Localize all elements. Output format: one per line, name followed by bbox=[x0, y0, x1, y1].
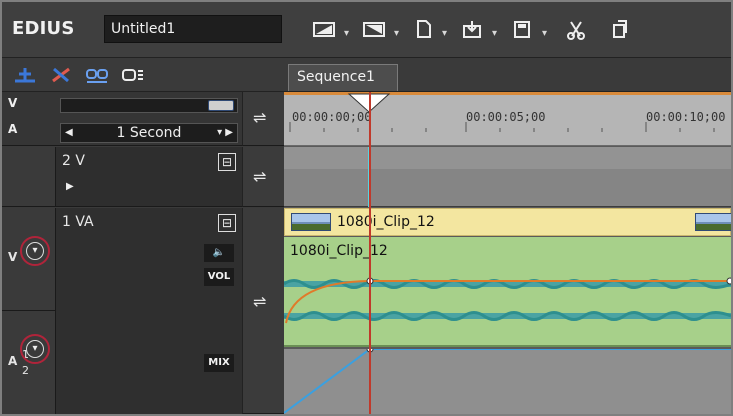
pan-lane[interactable] bbox=[284, 349, 731, 414]
chevron-down-icon[interactable]: ▾ ▶ bbox=[217, 124, 233, 142]
layout-icon[interactable] bbox=[312, 18, 336, 40]
top-toolbar: EDIUS Untitled1 ▾ ▾ ▾ ▾ ▾ bbox=[2, 2, 731, 58]
video-clip-name: 1080i_Clip_12 bbox=[337, 214, 435, 230]
pan-rubberband[interactable] bbox=[284, 349, 731, 414]
sync-icon[interactable] bbox=[120, 64, 146, 86]
chevron-down-icon[interactable]: ▾ bbox=[492, 28, 502, 39]
import-icon[interactable] bbox=[460, 18, 484, 40]
new-file-icon[interactable] bbox=[412, 18, 436, 40]
track-delete-icon[interactable] bbox=[48, 64, 74, 86]
playhead-line[interactable] bbox=[369, 92, 371, 414]
track-add-icon[interactable] bbox=[12, 64, 38, 86]
chevron-down-icon[interactable]: ▾ bbox=[344, 28, 354, 39]
scale-value: 1 Second bbox=[116, 125, 182, 141]
chevron-down-icon[interactable]: ▾ bbox=[26, 340, 44, 358]
vol-button[interactable]: VOL bbox=[204, 268, 234, 286]
app-brand: EDIUS bbox=[12, 18, 75, 39]
track-1va-sync-button[interactable]: ⇌ bbox=[242, 208, 284, 414]
video-label: V bbox=[8, 250, 18, 264]
track-toggle-icon[interactable]: ⊟ bbox=[218, 214, 236, 232]
timecode-ruler[interactable]: 00:00:00;00 00:00:05;00 00:00:10;00 bbox=[284, 92, 731, 146]
edius-window: EDIUS Untitled1 ▾ ▾ ▾ ▾ ▾ Sequence1 V A … bbox=[0, 0, 733, 416]
track-header-controls: V A ◀ 1 Second ▾ ▶ bbox=[2, 92, 242, 146]
track-1va-header: 1 VA ⊟ 🔈 VOL MIX bbox=[56, 208, 242, 414]
video-expand-button[interactable]: ▾ bbox=[20, 236, 50, 266]
audio-label: A bbox=[8, 354, 18, 368]
track-name: 1 VA bbox=[62, 214, 94, 230]
slider-thumb[interactable] bbox=[208, 100, 234, 111]
audio-label: A bbox=[8, 122, 18, 136]
chevron-down-icon[interactable]: ▾ bbox=[394, 28, 404, 39]
tab-sequence1[interactable]: Sequence1 bbox=[288, 64, 398, 91]
audio-channel-bottom: 2 bbox=[22, 364, 29, 377]
track-1va-left: V A 1 2 ▾ ▾ bbox=[2, 208, 56, 414]
lane-highlight bbox=[284, 147, 731, 169]
track-2v-left bbox=[2, 147, 56, 207]
timeline-subtoolbar: Sequence1 bbox=[2, 58, 731, 92]
volume-rubberband[interactable] bbox=[284, 237, 731, 347]
chevron-left-icon[interactable]: ◀ bbox=[65, 124, 73, 142]
chevron-down-icon[interactable]: ▾ bbox=[26, 242, 44, 260]
link-icon[interactable] bbox=[84, 64, 110, 86]
track-sync-button[interactable]: ⇌ bbox=[242, 92, 284, 146]
track-panel: V A ◀ 1 Second ▾ ▶ ⇌ ⇌ ⇌ 2 V ⊟ ▶ V A 1 2… bbox=[2, 92, 284, 414]
track-2v-header: 2 V ⊟ ▶ bbox=[56, 147, 242, 207]
audio-expand-button[interactable]: ▾ bbox=[20, 334, 50, 364]
audio-clip[interactable]: 1080i_Clip_12 bbox=[284, 237, 731, 347]
save-icon[interactable] bbox=[510, 18, 534, 40]
track-2v-sync-button[interactable]: ⇌ bbox=[242, 147, 284, 207]
project-name-field[interactable]: Untitled1 bbox=[104, 15, 282, 43]
speaker-icon[interactable]: 🔈 bbox=[204, 244, 234, 262]
video-clip[interactable]: 1080i_Clip_12 bbox=[284, 208, 731, 236]
track-toggle-icon[interactable]: ⊟ bbox=[218, 153, 236, 171]
track-2v-lane[interactable] bbox=[284, 147, 731, 207]
layout-alt-icon[interactable] bbox=[362, 18, 386, 40]
timeline-area[interactable]: 00:00:00;00 00:00:05;00 00:00:10;00 1080… bbox=[284, 92, 731, 414]
chevron-down-icon[interactable]: ▾ bbox=[442, 28, 452, 39]
clip-thumbnail bbox=[291, 213, 331, 231]
clip-thumbnail-end bbox=[695, 213, 731, 231]
divider bbox=[2, 310, 56, 311]
zoom-slider[interactable] bbox=[60, 98, 238, 113]
chevron-down-icon[interactable]: ▾ bbox=[542, 28, 552, 39]
mix-button[interactable]: MIX bbox=[204, 354, 234, 372]
video-label: V bbox=[8, 96, 18, 110]
track-name: 2 V bbox=[62, 153, 85, 169]
scale-select[interactable]: ◀ 1 Second ▾ ▶ bbox=[60, 123, 238, 143]
cut-icon[interactable] bbox=[564, 18, 588, 40]
expand-arrow-icon[interactable]: ▶ bbox=[66, 181, 74, 192]
copy-icon[interactable] bbox=[608, 18, 632, 40]
